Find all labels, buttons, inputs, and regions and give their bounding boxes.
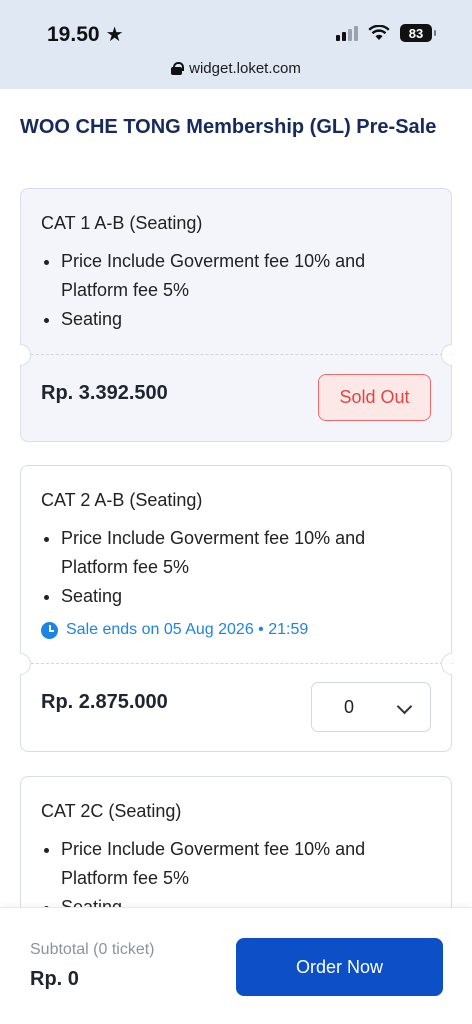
ticket-notch-right xyxy=(441,344,452,366)
ticket-feature: Seating xyxy=(61,582,431,611)
clock-icon xyxy=(41,621,58,639)
ticket-card-cat2ab: CAT 2 A-B (Seating) Price Include Goverm… xyxy=(20,465,453,752)
browser-top-bar: 19.50 ★ 83 widget.loket.com xyxy=(0,0,472,89)
url-text: widget.loket.com xyxy=(189,60,301,77)
subtotal-label: Subtotal (0 ticket) xyxy=(30,941,155,958)
lock-icon xyxy=(171,62,185,75)
ticket-notch-right xyxy=(441,653,452,675)
ticket-feature: Seating xyxy=(61,305,431,334)
ticket-features: Price Include Goverment fee 10% and Plat… xyxy=(61,247,431,334)
chevron-down-icon xyxy=(396,698,413,715)
cellular-signal-icon xyxy=(336,25,358,41)
status-time-text: 19.50 xyxy=(47,22,100,46)
ticket-divider xyxy=(21,663,453,664)
ticket-price: Rp. 3.392.500 xyxy=(41,382,168,404)
quantity-select[interactable]: 0 xyxy=(311,682,431,732)
ticket-notch-left xyxy=(20,344,31,366)
ticket-name: CAT 1 A-B (Seating) xyxy=(41,213,203,233)
sale-ends-info: Sale ends on 05 Aug 2026 • 21:59 xyxy=(41,621,308,639)
status-time: 19.50 ★ xyxy=(47,22,124,47)
star-icon: ★ xyxy=(105,24,124,46)
page-title: WOO CHE TONG Membership (GL) Pre-Sale xyxy=(20,116,437,138)
sale-ends-text: Sale ends on 05 Aug 2026 • 21:59 xyxy=(66,621,309,638)
sold-out-badge: Sold Out xyxy=(318,374,431,421)
quantity-value: 0 xyxy=(344,696,355,717)
battery-icon: 83 xyxy=(400,24,436,42)
order-now-button[interactable]: Order Now xyxy=(236,938,443,996)
ticket-features: Price Include Goverment fee 10% and Plat… xyxy=(61,524,431,611)
ticket-card-cat1: CAT 1 A-B (Seating) Price Include Goverm… xyxy=(20,188,453,442)
checkout-footer: Subtotal (0 ticket) Rp. 0 Order Now xyxy=(0,907,472,1024)
ticket-divider xyxy=(21,354,453,355)
status-icons: 83 xyxy=(336,24,436,42)
url-bar[interactable]: widget.loket.com xyxy=(0,60,472,77)
wifi-icon xyxy=(368,25,390,40)
ticket-feature: Price Include Goverment fee 10% and Plat… xyxy=(61,835,431,893)
ticket-name: CAT 2C (Seating) xyxy=(41,801,182,821)
subtotal-value: Rp. 0 xyxy=(30,968,79,990)
ticket-feature: Price Include Goverment fee 10% and Plat… xyxy=(61,524,431,582)
ticket-feature: Price Include Goverment fee 10% and Plat… xyxy=(61,247,431,305)
ticket-price: Rp. 2.875.000 xyxy=(41,691,168,713)
ticket-notch-left xyxy=(20,653,31,675)
ticket-name: CAT 2 A-B (Seating) xyxy=(41,490,203,510)
battery-level: 83 xyxy=(408,25,424,41)
